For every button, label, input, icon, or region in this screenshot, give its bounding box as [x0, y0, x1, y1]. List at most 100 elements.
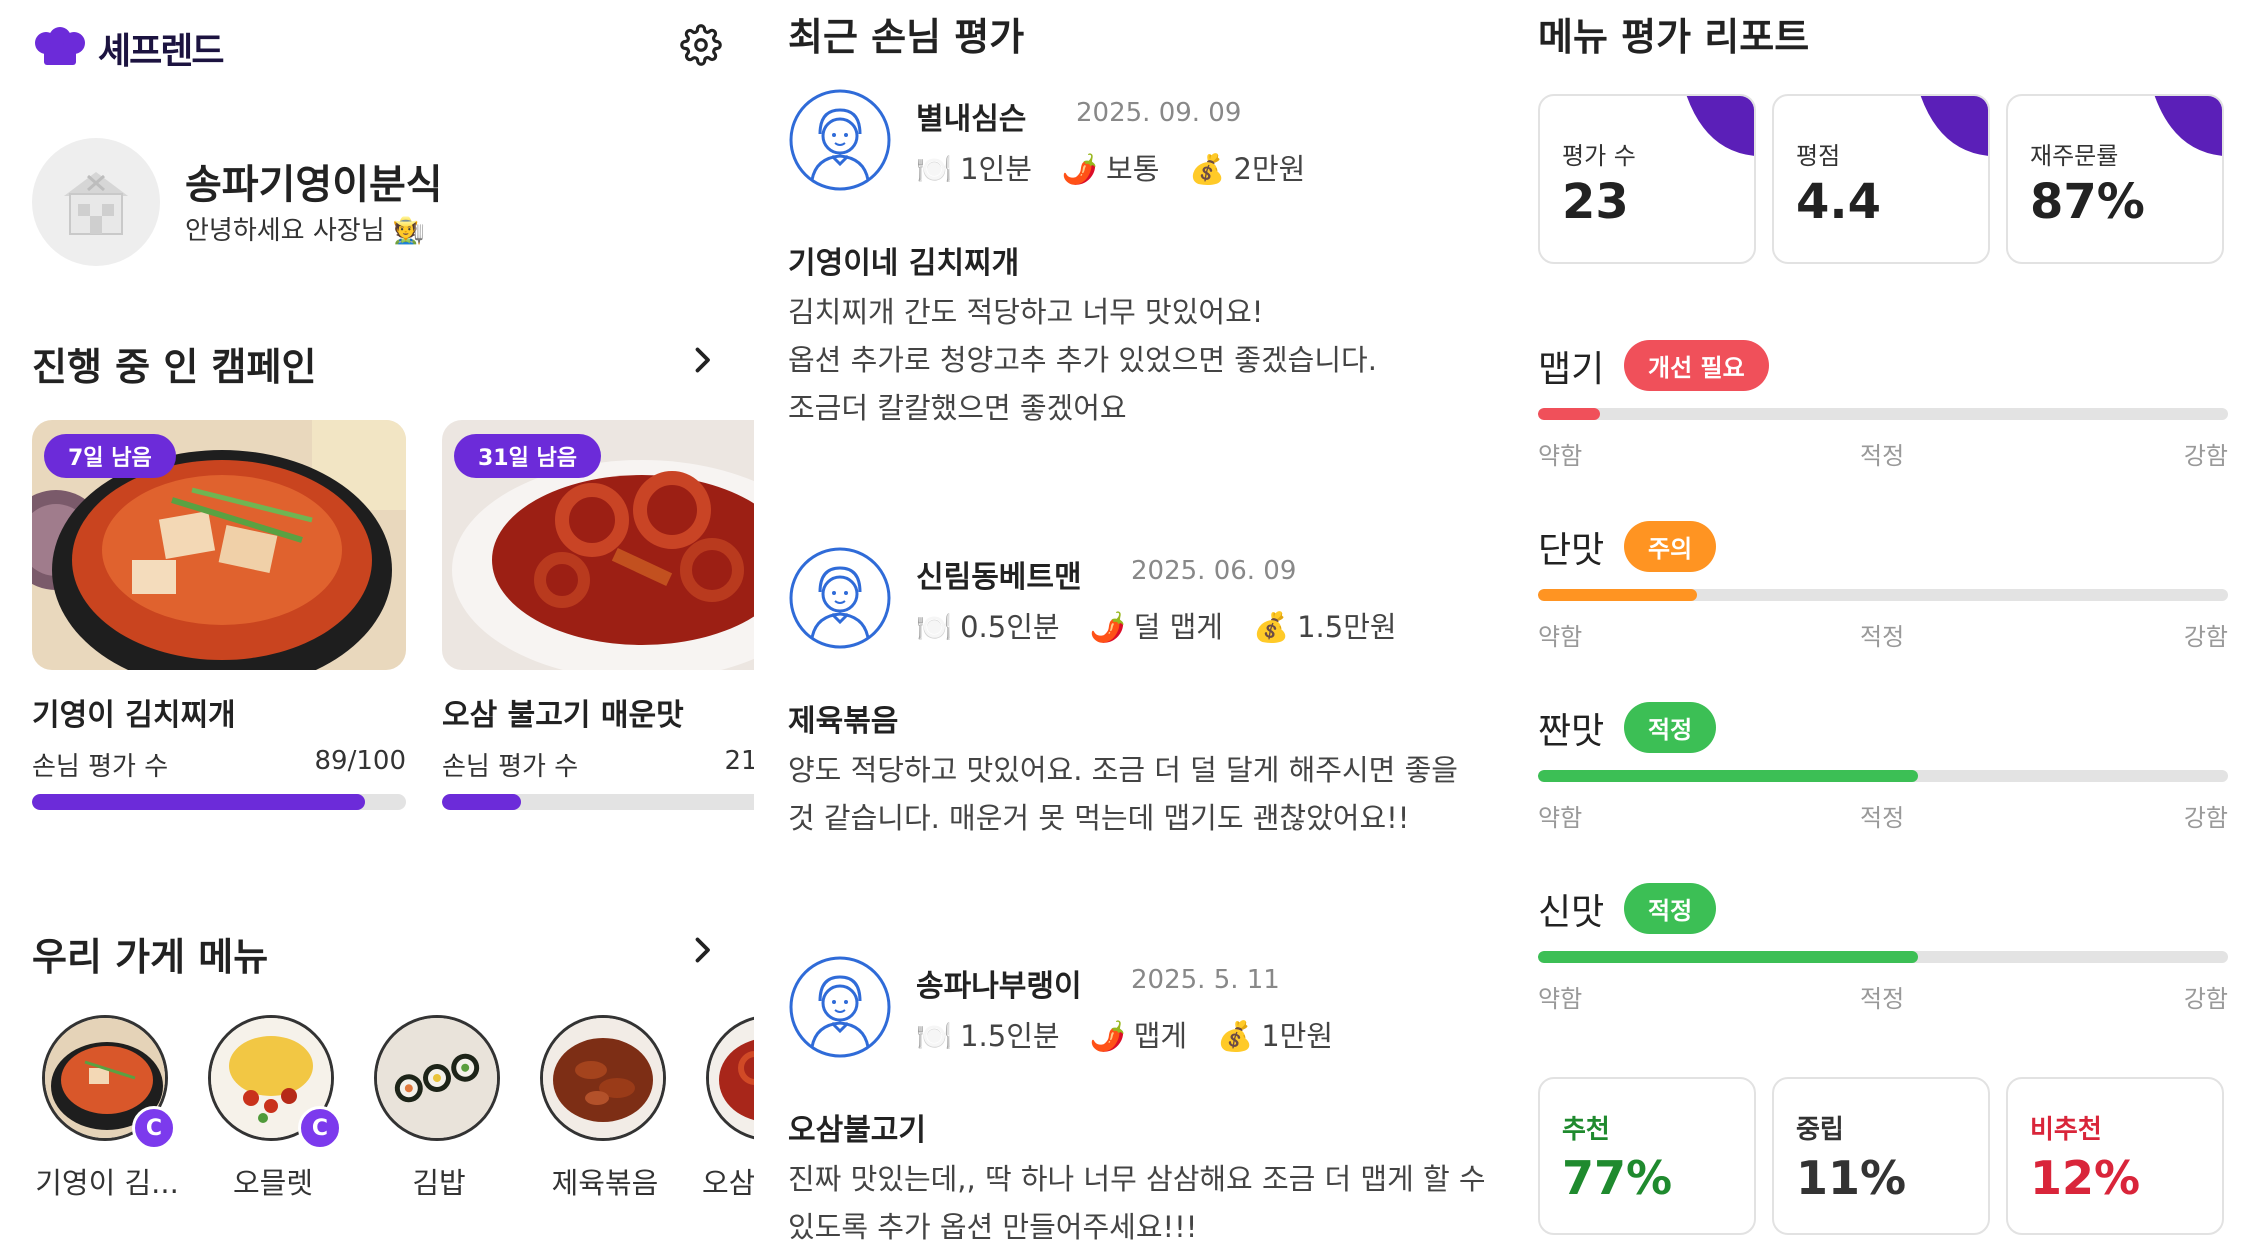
taste-name: 신맛 — [1538, 892, 1605, 933]
recommend-label: 추천 — [1562, 1115, 1610, 1145]
review-menu-name: 기영이네 김치찌개 — [788, 246, 1020, 281]
campaign-progress — [32, 794, 406, 810]
scale-high: 강함 — [2183, 985, 2228, 1013]
taste-level-fill — [1538, 408, 1601, 420]
recommend-card: 추천 77% — [1538, 1077, 1756, 1235]
money-bag-icon: 💰 — [1252, 610, 1290, 644]
scale-low: 약함 — [1538, 985, 1583, 1013]
plate-icon: 🍽️ — [916, 610, 953, 644]
taste-name: 맵기 — [1538, 349, 1605, 390]
review-meta: 🍽️ 0.5인분 🌶️ 덜 맵게 💰 1.5만원 — [916, 604, 1397, 646]
campaign-meta-label: 손님 평가 수 — [32, 752, 169, 782]
campaign-carousel[interactable]: 7일 남음 기영이 김치찌개 손님 평가 수 89/100 31일 남음 오삼 … — [32, 420, 754, 840]
scale-low: 약함 — [1538, 804, 1583, 832]
corner-accent — [1686, 96, 1754, 156]
scale-high: 강함 — [2183, 804, 2228, 832]
logo-text: 셰프렌드 — [98, 31, 224, 72]
campaign-progress-fill — [32, 794, 365, 810]
taste-sour: 신맛 적정 약함 적정 강함 — [1538, 883, 2228, 1033]
campaign-name: 오삼 불고기 매운맛 — [442, 698, 684, 733]
review-date: 2025. 09. 09 — [1076, 98, 1242, 128]
menu-badge: C — [298, 1106, 342, 1150]
taste-status-badge: 적정 — [1624, 883, 1717, 934]
review-menu-name: 오삼불고기 — [788, 1113, 926, 1148]
app-logo[interactable]: 셰프렌드 — [32, 22, 224, 74]
scale-high: 강함 — [2183, 623, 2228, 651]
menu-label: 오삼 — [702, 1166, 754, 1200]
campaign-card[interactable]: 7일 남음 기영이 김치찌개 손님 평가 수 89/100 — [32, 420, 406, 810]
not-recommend-value: 12% — [2030, 1151, 2141, 1205]
campaign-meta-label: 손님 평가 수 — [442, 752, 579, 782]
campaign-card[interactable]: 31일 남음 오삼 불고기 매운맛 손님 평가 수 21/100 — [442, 420, 754, 810]
menu-label: 오믈렛 — [232, 1166, 314, 1200]
stat-value: 23 — [1562, 174, 1629, 230]
stat-value: 87% — [2030, 174, 2145, 230]
menu-label: 제육볶음 — [551, 1166, 659, 1200]
scale-mid: 적정 — [1860, 985, 1905, 1013]
store-building-icon — [64, 172, 128, 235]
home-panel: 셰프렌드 송파기영이분식 안녕하세요 사장님 🧑‍🌾 진행 중 인 캠페인 — [0, 0, 760, 1252]
report-title: 메뉴 평가 리포트 — [1538, 15, 1810, 59]
reviewer-name: 신림동베트맨 — [916, 560, 1082, 595]
neutral-value: 11% — [1796, 1151, 1907, 1205]
scale-mid: 적정 — [1860, 442, 1905, 470]
chili-icon: 🌶️ — [1061, 152, 1099, 186]
not-recommend-label: 비추천 — [2030, 1115, 2102, 1145]
campaign-image: 7일 남음 — [32, 420, 406, 670]
scale-low: 약함 — [1538, 442, 1583, 470]
review-meta: 🍽️ 1인분 🌶️ 보통 💰 2만원 — [916, 146, 1305, 188]
taste-status-badge: 적정 — [1624, 702, 1717, 753]
menu-carousel[interactable]: C 기영이 김... C 오믈렛 김밥 제육볶음 오삼 — [32, 1010, 754, 1240]
spice-info: 🌶️ 맵게 — [1089, 1019, 1188, 1053]
reviews-title: 최근 손님 평가 — [788, 15, 1025, 59]
chili-icon: 🌶️ — [1089, 610, 1126, 644]
store-avatar[interactable] — [32, 138, 160, 266]
gear-icon[interactable] — [680, 24, 722, 66]
review-menu-name: 제육볶음 — [788, 704, 899, 739]
stat-card-review-count: 평가 수 23 — [1538, 94, 1756, 264]
reviewer-name: 별내심슨 — [916, 102, 1027, 137]
scale-low: 약함 — [1538, 623, 1583, 651]
price-info: 💰 1만원 — [1217, 1019, 1333, 1053]
days-left-badge: 31일 남음 — [454, 434, 601, 478]
menu-thumbnail — [706, 1015, 754, 1141]
taste-name: 짠맛 — [1538, 711, 1605, 752]
review-text: 진짜 맛있는데,, 딱 하나 너무 삼삼해요 조금 더 맵게 할 수 있도록 추… — [788, 1162, 1486, 1244]
stat-value: 4.4 — [1796, 174, 1882, 230]
reviewer-name: 송파나부랭이 — [916, 969, 1082, 1004]
customer-avatar-icon — [789, 547, 891, 649]
review-date: 2025. 5. 11 — [1131, 965, 1280, 995]
menu-thumbnail — [540, 1015, 666, 1141]
not-recommend-card: 비추천 12% — [2006, 1077, 2224, 1235]
scale-high: 강함 — [2183, 442, 2228, 470]
money-bag-icon: 💰 — [1217, 1019, 1254, 1053]
menus-title: 우리 가게 메뉴 — [32, 935, 269, 979]
chili-icon: 🌶️ — [1089, 1019, 1126, 1053]
portion-info: 🍽️ 1.5인분 — [916, 1019, 1060, 1053]
taste-level-bar — [1538, 408, 2228, 420]
taste-level-bar — [1538, 589, 2228, 601]
money-bag-icon: 💰 — [1189, 152, 1226, 186]
portion-info: 🍽️ 1인분 — [916, 152, 1032, 186]
stat-card-reorder-rate: 재주문률 87% — [2006, 94, 2224, 264]
campaign-review-count: 21/100 — [724, 746, 754, 776]
review-text: 양도 적당하고 맛있어요. 조금 더 덜 달게 해주시면 좋을 것 같습니다. … — [788, 753, 1458, 835]
taste-name: 단맛 — [1538, 530, 1605, 571]
chevron-right-icon[interactable] — [684, 342, 720, 378]
review-text: 김치찌개 간도 적당하고 너무 맛있어요! 옵션 추가로 청양고추 추가 있었으… — [788, 295, 1377, 425]
review-date: 2025. 06. 09 — [1131, 556, 1297, 586]
campaign-review-count: 89/100 — [314, 746, 406, 776]
customer-avatar-icon — [789, 956, 891, 1058]
taste-salty: 짠맛 적정 약함 적정 강함 — [1538, 702, 2228, 852]
report-panel: 메뉴 평가 리포트 평가 수 23 평점 4.4 재주문률 87% 맵기 개선 … — [1500, 0, 2250, 1252]
menu-label: 기영이 김... — [35, 1166, 179, 1200]
spice-info: 🌶️ 덜 맵게 — [1089, 610, 1223, 644]
taste-level-fill — [1538, 951, 1918, 963]
price-info: 💰 2만원 — [1189, 152, 1306, 186]
campaign-image: 31일 남음 — [442, 420, 754, 670]
chevron-right-icon[interactable] — [684, 932, 720, 968]
taste-level-bar — [1538, 770, 2228, 782]
taste-status-badge: 주의 — [1624, 521, 1717, 572]
scale-mid: 적정 — [1860, 804, 1905, 832]
portion-info: 🍽️ 0.5인분 — [916, 610, 1060, 644]
